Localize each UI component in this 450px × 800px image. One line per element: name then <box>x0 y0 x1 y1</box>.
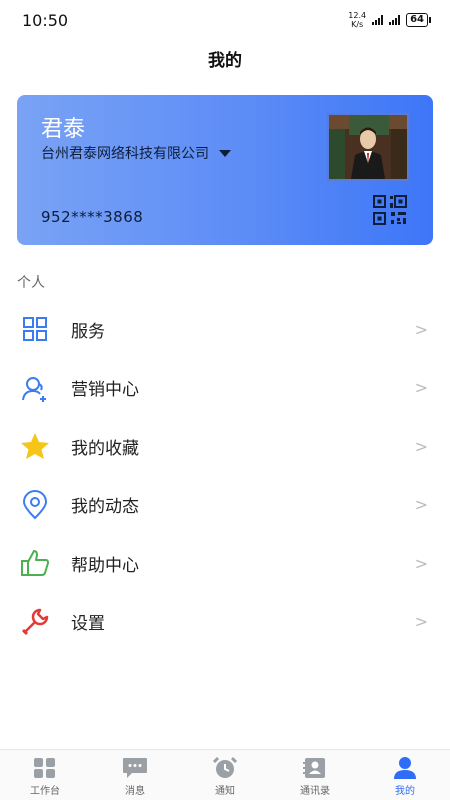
section-label-personal: 个人 <box>17 275 45 291</box>
tab-label: 消息 <box>125 786 145 797</box>
chevron-right-icon: > <box>414 612 428 632</box>
battery-icon: 64 <box>406 13 431 27</box>
bottom-tab-bar: 工作台 消息 通知 通讯录 我的 <box>0 749 450 800</box>
menu-item-help-center[interactable]: 帮助中心 > <box>0 534 450 593</box>
user-add-icon <box>20 373 50 403</box>
personal-menu: 服务 > 营销中心 > 我的收藏 > 我的动态 > 帮助中心 > 设置 > <box>0 300 450 651</box>
tab-workbench[interactable]: 工作台 <box>0 750 90 800</box>
chevron-right-icon: > <box>414 319 428 339</box>
dropdown-caret-icon <box>219 149 231 157</box>
workbench-icon <box>32 756 58 780</box>
status-bar: 10:50 12.4 K/s 64 <box>0 0 450 40</box>
menu-label: 我的动态 <box>71 497 139 518</box>
menu-label: 我的收藏 <box>71 438 139 459</box>
avatar-photo <box>329 115 407 179</box>
tab-label: 通知 <box>215 786 235 797</box>
menu-label: 帮助中心 <box>71 555 139 576</box>
network-speed-unit: K/s <box>351 20 364 29</box>
network-speed-value: 12.4 <box>348 11 367 20</box>
page-title: 我的 <box>208 51 242 71</box>
menu-label: 设置 <box>71 614 105 635</box>
tab-label: 工作台 <box>30 786 60 797</box>
menu-item-service[interactable]: 服务 > <box>0 300 450 359</box>
menu-item-settings[interactable]: 设置 > <box>0 593 450 652</box>
chevron-right-icon: > <box>414 436 428 456</box>
menu-item-marketing-center[interactable]: 营销中心 > <box>0 359 450 418</box>
signal-icon <box>372 15 384 25</box>
tab-contacts[interactable]: 通讯录 <box>270 750 360 800</box>
thumbs-up-icon <box>20 548 50 578</box>
contacts-icon <box>302 756 328 780</box>
location-icon <box>20 489 50 520</box>
tab-messages[interactable]: 消息 <box>90 750 180 800</box>
network-speed: 12.4 K/s <box>348 11 366 29</box>
battery-level: 64 <box>410 14 424 25</box>
person-icon <box>392 756 418 780</box>
qr-code-icon[interactable] <box>373 195 407 225</box>
status-time: 10:50 <box>22 10 69 30</box>
menu-item-favorites[interactable]: 我的收藏 > <box>0 417 450 476</box>
tab-label: 通讯录 <box>300 786 330 797</box>
star-icon <box>20 431 50 461</box>
tab-label: 我的 <box>395 786 415 797</box>
company-name: 台州君泰网络科技有限公司 <box>41 146 209 162</box>
phone-number: 952****3868 <box>41 208 144 226</box>
grid-icon <box>20 314 50 344</box>
chevron-right-icon: > <box>414 553 428 573</box>
alarm-clock-icon <box>212 756 238 780</box>
message-icon <box>122 756 148 780</box>
menu-label: 营销中心 <box>71 380 139 401</box>
wrench-icon <box>20 607 50 637</box>
menu-label: 服务 <box>71 321 105 342</box>
chevron-right-icon: > <box>414 495 428 515</box>
status-indicators: 12.4 K/s 64 <box>348 11 431 29</box>
tab-me[interactable]: 我的 <box>360 750 450 800</box>
user-name: 君泰 <box>41 117 86 142</box>
avatar[interactable] <box>327 113 409 181</box>
profile-card[interactable]: 君泰 台州君泰网络科技有限公司 952****3868 <box>17 95 433 245</box>
signal-icon-2 <box>389 15 401 25</box>
company-selector[interactable]: 台州君泰网络科技有限公司 <box>41 143 231 163</box>
chevron-right-icon: > <box>414 378 428 398</box>
tab-notifications[interactable]: 通知 <box>180 750 270 800</box>
menu-item-my-activity[interactable]: 我的动态 > <box>0 476 450 535</box>
